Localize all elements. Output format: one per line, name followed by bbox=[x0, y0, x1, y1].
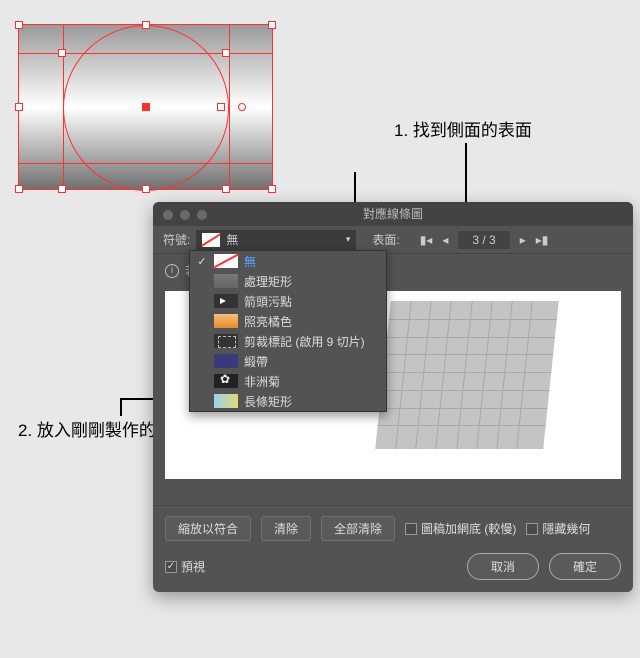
info-icon: i bbox=[165, 264, 179, 278]
symbol-option-label: 箭頭污點 bbox=[244, 293, 292, 310]
dialog-title: 對應線條圖 bbox=[363, 207, 423, 221]
hide-geometry-checkbox[interactable]: 隱藏幾何 bbox=[526, 520, 590, 537]
ok-button[interactable]: 確定 bbox=[549, 553, 621, 580]
zoom-icon[interactable] bbox=[197, 210, 207, 220]
last-surface-button[interactable]: ▸▮ bbox=[536, 233, 549, 247]
prev-surface-button[interactable]: ◂ bbox=[442, 233, 448, 247]
none-swatch-icon bbox=[202, 233, 220, 247]
surface-3d-face bbox=[375, 301, 559, 449]
symbol-option-label: 無 bbox=[244, 253, 256, 270]
symbol-option-1[interactable]: 處理矩形 bbox=[190, 271, 386, 291]
symbol-thumb-icon bbox=[214, 334, 238, 348]
dialog-titlebar[interactable]: 對應線條圖 bbox=[153, 202, 633, 226]
symbol-thumb-icon bbox=[214, 374, 238, 388]
symbol-option-label: 緞帶 bbox=[244, 353, 268, 370]
surface-label: 表面: bbox=[372, 231, 399, 248]
symbol-thumb-icon bbox=[214, 394, 238, 408]
preview-checkbox[interactable]: 預視 bbox=[165, 558, 205, 575]
dialog-footer: 縮放以符合 清除 全部清除 圖稿加網底 (較慢) 隱藏幾何 預視 取消 確定 bbox=[153, 505, 633, 592]
canvas-object-cylinder[interactable] bbox=[18, 24, 273, 190]
symbol-thumb-icon bbox=[214, 274, 238, 288]
cancel-button[interactable]: 取消 bbox=[467, 553, 539, 580]
surface-navigator: ▮◂ ◂ 3 / 3 ▸ ▸▮ bbox=[420, 231, 549, 249]
map-line-art-dialog: 對應線條圖 符號: 無 ▾ 表面: ▮◂ ◂ 3 / 3 ▸ ▸▮ i 若… 成… bbox=[153, 202, 633, 592]
symbol-dropdown-field[interactable]: 無 ▾ bbox=[196, 230, 356, 250]
surface-count: 3 / 3 bbox=[458, 231, 509, 249]
fit-button[interactable]: 縮放以符合 bbox=[165, 516, 251, 541]
chevron-down-icon: ▾ bbox=[346, 234, 351, 245]
symbol-option-label: 非洲菊 bbox=[244, 373, 280, 390]
symbol-thumb-icon bbox=[214, 314, 238, 328]
symbol-option-label: 處理矩形 bbox=[244, 273, 292, 290]
check-icon: ✓ bbox=[196, 255, 208, 268]
symbol-option-label: 剪裁標記 (啟用 9 切片) bbox=[244, 333, 365, 350]
symbol-label: 符號: bbox=[163, 231, 190, 248]
symbol-option-3[interactable]: 照亮橘色 bbox=[190, 311, 386, 331]
symbol-thumb-icon bbox=[214, 354, 238, 368]
symbol-thumb-icon bbox=[214, 294, 238, 308]
annotation-1-label: 1. 找到側面的表面 bbox=[394, 116, 532, 141]
symbol-dropdown-menu: ✓無處理矩形箭頭污點照亮橘色剪裁標記 (啟用 9 切片)緞帶非洲菊長條矩形 bbox=[189, 250, 387, 412]
wireframe-checkbox[interactable]: 圖稿加網底 (較慢) bbox=[405, 520, 516, 537]
annotation-2-arrow-v bbox=[120, 398, 122, 416]
symbol-option-2[interactable]: 箭頭污點 bbox=[190, 291, 386, 311]
symbol-option-7[interactable]: 長條矩形 bbox=[190, 391, 386, 411]
close-icon[interactable] bbox=[163, 210, 173, 220]
symbol-option-5[interactable]: 緞帶 bbox=[190, 351, 386, 371]
first-surface-button[interactable]: ▮◂ bbox=[420, 233, 433, 247]
symbol-option-label: 照亮橘色 bbox=[244, 313, 292, 330]
symbol-option-4[interactable]: 剪裁標記 (啟用 9 切片) bbox=[190, 331, 386, 351]
window-traffic-lights[interactable] bbox=[163, 210, 207, 220]
symbol-option-6[interactable]: 非洲菊 bbox=[190, 371, 386, 391]
clear-button[interactable]: 清除 bbox=[261, 516, 311, 541]
symbol-option-0[interactable]: ✓無 bbox=[190, 251, 386, 271]
next-surface-button[interactable]: ▸ bbox=[520, 233, 526, 247]
minimize-icon[interactable] bbox=[180, 210, 190, 220]
symbol-option-label: 長條矩形 bbox=[244, 393, 292, 410]
clear-all-button[interactable]: 全部清除 bbox=[321, 516, 395, 541]
symbol-thumb-icon bbox=[214, 254, 238, 268]
symbol-value: 無 bbox=[226, 231, 238, 248]
